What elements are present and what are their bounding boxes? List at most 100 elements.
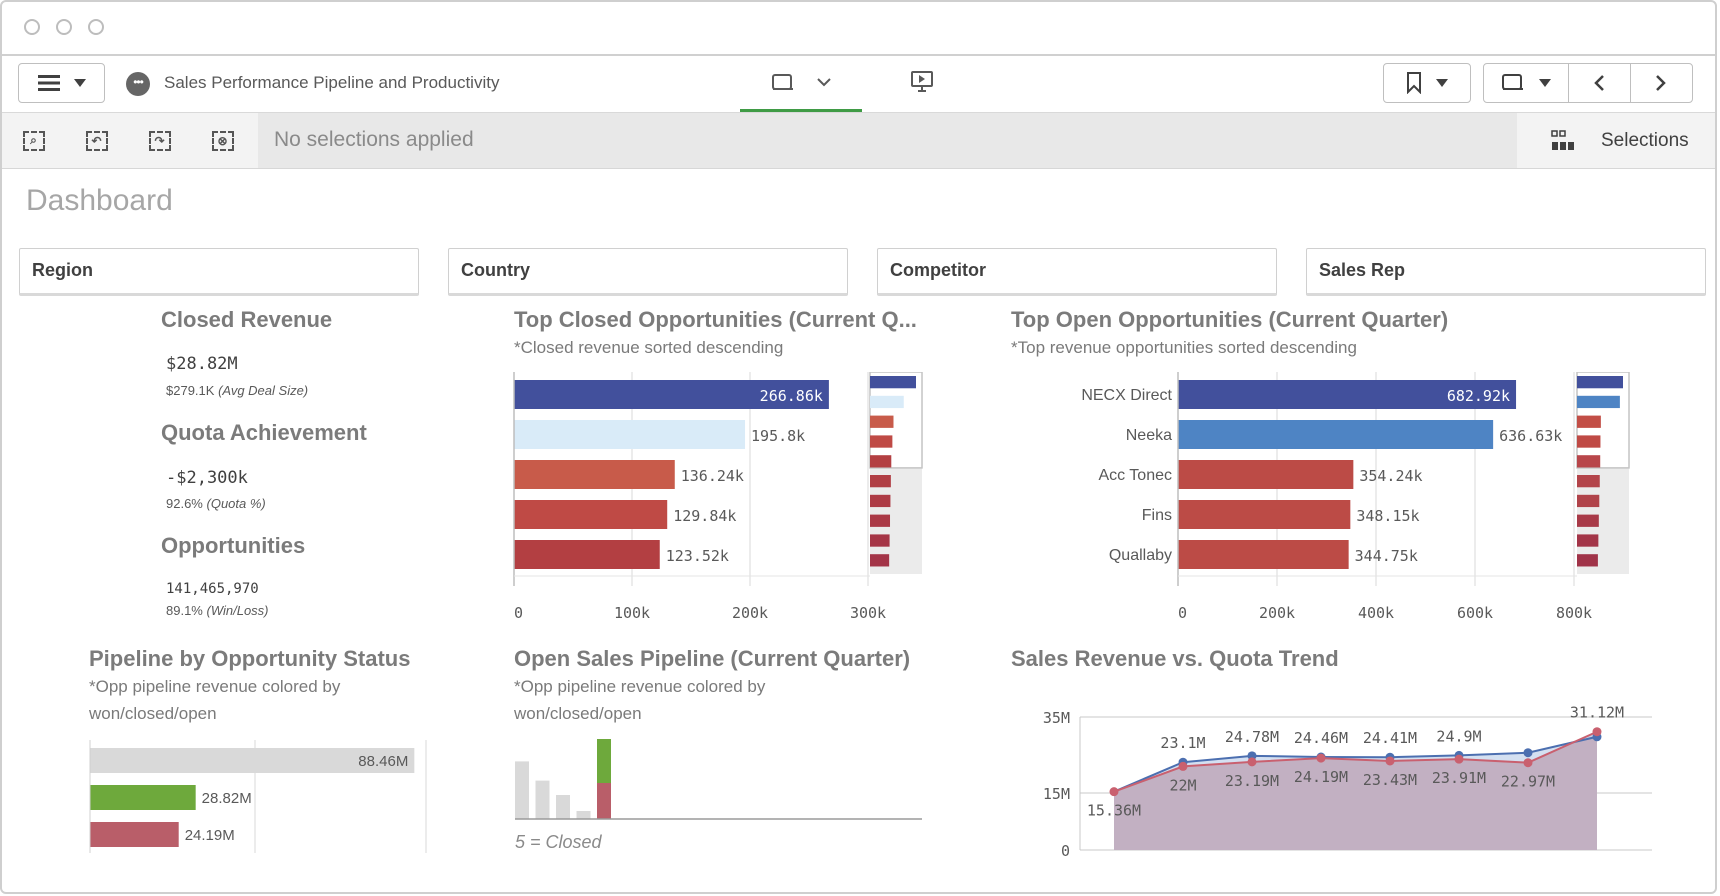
- filter-country[interactable]: Country: [448, 248, 848, 296]
- step-forward-icon: ↷: [148, 130, 171, 151]
- selections-button[interactable]: Selections: [1517, 113, 1715, 168]
- bar: [1178, 500, 1351, 529]
- top-closed-chart[interactable]: 0 100k 200k 300k 266.86k 195.8k 136.24k 129.84k…: [502, 372, 942, 627]
- window-close-dot[interactable]: [24, 19, 40, 35]
- kpi-subvalue-number: 89.1%: [166, 603, 203, 618]
- filter-region[interactable]: Region: [19, 248, 419, 296]
- bar: [514, 500, 668, 529]
- kpi-value: 141,465,970: [166, 581, 259, 597]
- sheets-button[interactable]: [1484, 64, 1569, 102]
- bar: [514, 540, 660, 569]
- bar: [514, 460, 675, 489]
- filter-competitor[interactable]: Competitor: [877, 248, 1277, 296]
- smart-search-button[interactable]: ⌕: [2, 113, 65, 168]
- sheet-view-icon: [1501, 74, 1523, 90]
- chart-title: Sales Revenue vs. Quota Trend: [1011, 646, 1339, 671]
- revenue-quota-chart[interactable]: 0 15M 35M 23.1M 24.78M 24.46M 24.41M 24.9M 15.36…: [1012, 702, 1652, 862]
- chevron-right-icon: [1656, 75, 1667, 91]
- chart-title: Pipeline by Opportunity Status: [89, 646, 411, 671]
- bookmark-icon: [1407, 72, 1421, 94]
- minimap-bar: [870, 395, 904, 409]
- minimap-bar: [870, 415, 894, 428]
- clear-selections-button[interactable]: ⊗: [191, 113, 254, 168]
- selections-status: No selections applied: [274, 128, 474, 151]
- bar-value-label: 123.52k: [666, 547, 729, 565]
- kpi-value: $28.82M: [166, 354, 238, 374]
- step-back-button[interactable]: ↶: [65, 113, 128, 168]
- bar-segment: [556, 795, 570, 819]
- window-minimize-dot[interactable]: [56, 19, 72, 35]
- bar-value-label: 28.82M: [202, 790, 252, 807]
- minimap-bar: [870, 435, 893, 448]
- y-tick-label: 0: [1061, 842, 1070, 860]
- x-tick-label: 0: [514, 604, 523, 622]
- filter-label: Competitor: [890, 260, 986, 280]
- revenue-point: [1178, 761, 1188, 771]
- title-bar: [2, 2, 1715, 56]
- navigation-menu-button[interactable]: [18, 63, 105, 103]
- sheet-navigation-group: [1483, 63, 1693, 103]
- app-title: Sales Performance Pipeline and Productiv…: [164, 73, 500, 92]
- chart-caption: 5 = Closed: [515, 832, 602, 852]
- kpi-title: Closed Revenue: [161, 307, 333, 332]
- data-label: 23.91M: [1432, 769, 1486, 787]
- caret-down-icon: [73, 79, 86, 87]
- window-maximize-dot[interactable]: [88, 19, 104, 35]
- next-sheet-button[interactable]: [1631, 64, 1692, 102]
- sheet-view-icon: [772, 73, 793, 90]
- open-sales-pipeline-chart[interactable]: [507, 737, 927, 829]
- bar-segment: [535, 780, 550, 819]
- app-icon: •••: [126, 72, 150, 96]
- kpi-title: Opportunities: [161, 533, 306, 558]
- kpi-value: -$2,300k: [166, 468, 248, 488]
- step-forward-button[interactable]: ↷: [128, 113, 191, 168]
- presentation-button[interactable]: [910, 70, 936, 99]
- filter-sales-rep[interactable]: Sales Rep: [1306, 248, 1706, 296]
- minimap-bar: [1577, 455, 1601, 468]
- bar-value-label: 354.24k: [1359, 467, 1422, 485]
- minimap-bar: [1577, 514, 1599, 527]
- minimap-bar: [1577, 376, 1623, 389]
- minimap-bar: [1577, 494, 1600, 508]
- data-label: 24.78M: [1225, 728, 1279, 746]
- bar-value-label: 129.84k: [673, 507, 736, 525]
- chart-subtitle: *Closed revenue sorted descending: [514, 338, 784, 357]
- pipeline-status-chart[interactable]: 88.46M 28.82M 24.19M: [82, 740, 442, 855]
- kpi-subvalue-label: (Avg Deal Size): [218, 383, 309, 398]
- minimap-bar: [870, 534, 890, 547]
- selections-grid-icon: [1551, 129, 1574, 150]
- minimap-bar: [870, 514, 891, 527]
- chart-subtitle: *Opp pipeline revenue colored by won/clo…: [514, 677, 766, 723]
- chevron-left-icon: [1594, 75, 1605, 91]
- chart-subtitle: *Opp pipeline revenue colored by won/clo…: [89, 677, 341, 723]
- sheet-tab[interactable]: [740, 56, 862, 112]
- quota-point: [1523, 748, 1533, 758]
- category-label: Quallaby: [1109, 547, 1172, 564]
- clear-selections-icon: ⊗: [211, 130, 234, 151]
- top-open-chart[interactable]: 0 200k 400k 600k 800k 682.92k NECX Direct 636.6…: [1062, 372, 1642, 627]
- category-label: Neeka: [1126, 427, 1172, 444]
- bar: [90, 785, 196, 810]
- selections-label: Selections: [1601, 129, 1689, 151]
- bar-value-label: 344.75k: [1355, 547, 1418, 565]
- data-label: 15.36M: [1087, 802, 1141, 820]
- kpi-subvalue: 89.1% (Win/Loss): [166, 603, 269, 618]
- bookmarks-button[interactable]: [1383, 63, 1471, 103]
- kpi-subvalue: $279.1K (Avg Deal Size): [166, 383, 308, 398]
- chart-subtitle: *Top revenue opportunities sorted descen…: [1011, 338, 1357, 357]
- y-tick-label: 35M: [1043, 709, 1070, 727]
- kpi-subvalue-label: (Win/Loss): [206, 603, 269, 618]
- revenue-point: [1247, 757, 1257, 767]
- minimap-bar: [870, 475, 891, 488]
- kpi-subvalue-number: 92.6%: [166, 496, 203, 511]
- kpi-subvalue: 92.6% (Quota %): [166, 496, 266, 511]
- data-label: 23.1M: [1160, 734, 1205, 752]
- x-tick-label: 100k: [614, 604, 650, 622]
- bar-value-label: 195.8k: [751, 427, 805, 445]
- bar-segment: [597, 783, 611, 819]
- chart-title: Top Closed Opportunities (Current Q...: [514, 307, 917, 332]
- bar-value-label: 682.92k: [1447, 387, 1510, 405]
- kpi-title: Quota Achievement: [161, 420, 367, 445]
- bar: [1178, 420, 1494, 449]
- previous-sheet-button[interactable]: [1569, 64, 1631, 102]
